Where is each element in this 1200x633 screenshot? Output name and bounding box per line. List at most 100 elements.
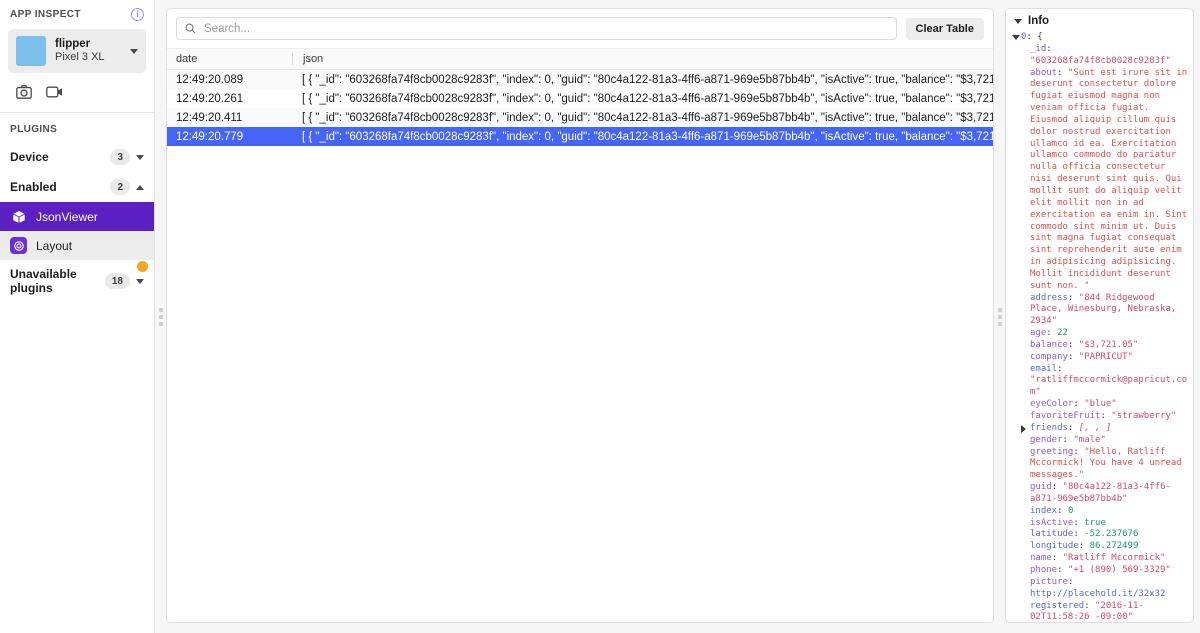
json-field-greeting[interactable]: greeting: "Hello, Ratliff Mccormick! You… bbox=[1012, 447, 1189, 483]
table-toolbar: Clear Table bbox=[167, 9, 993, 49]
json-field-balance[interactable]: balance: "$3,721.05" bbox=[1012, 340, 1189, 352]
table-row-selected[interactable]: 12:49:20.779 [ { "_id": "603268fa74f8cb0… bbox=[167, 127, 993, 146]
json-value: "male" bbox=[1073, 434, 1106, 445]
json-field-company[interactable]: company: "PAPRICUT" bbox=[1012, 352, 1189, 364]
cell-date: 12:49:20.779 bbox=[176, 130, 244, 143]
notification-dot-icon bbox=[137, 261, 148, 272]
json-field-age[interactable]: age: 22 bbox=[1012, 328, 1189, 340]
chevron-up-icon[interactable] bbox=[136, 184, 144, 190]
json-key: gender bbox=[1030, 434, 1063, 445]
json-key: longitude bbox=[1030, 541, 1079, 552]
json-field-eyeColor[interactable]: eyeColor: "blue" bbox=[1012, 399, 1189, 411]
plugin-group-device[interactable]: Device 3 bbox=[0, 142, 154, 172]
table-header: date json bbox=[167, 49, 993, 70]
cell-json: [ { "_id": "603268fa74f8cb0028c9283f", "… bbox=[302, 130, 993, 143]
chevron-down-icon[interactable] bbox=[130, 48, 138, 54]
json-field-longitude[interactable]: longitude: 86.272499 bbox=[1012, 541, 1189, 553]
json-field-isActive[interactable]: isActive: true bbox=[1012, 518, 1189, 530]
json-key: address bbox=[1030, 292, 1068, 303]
triangle-right-icon[interactable] bbox=[1021, 423, 1030, 435]
json-field-email[interactable]: email: "ratliffmccormick@papricut.com" bbox=[1012, 364, 1189, 400]
plugin-group-enabled[interactable]: Enabled 2 bbox=[0, 172, 154, 202]
sidebar-item-layout[interactable]: Layout bbox=[0, 231, 154, 260]
json-field-phone[interactable]: phone: "+1 (890) 569-3329" bbox=[1012, 565, 1189, 577]
json-field-index[interactable]: index: 0 bbox=[1012, 506, 1189, 518]
table-body: 12:49:20.089 [ { "_id": "603268fa74f8cb0… bbox=[167, 70, 993, 622]
record-button[interactable] bbox=[46, 85, 63, 99]
json-field-favoriteFruit[interactable]: favoriteFruit: "strawberry" bbox=[1012, 411, 1189, 423]
plugin-group-count: 18 bbox=[104, 273, 130, 289]
json-value: true bbox=[1084, 517, 1106, 528]
search-icon bbox=[185, 23, 196, 34]
json-value: "Sunt est irure sit in deserunt consecte… bbox=[1030, 67, 1193, 291]
json-value: -52.237676 bbox=[1084, 529, 1139, 540]
sidebar-resize-handle[interactable] bbox=[155, 0, 166, 633]
json-root-open: { bbox=[1037, 32, 1043, 42]
screenshot-button[interactable] bbox=[16, 85, 32, 99]
gear-icon bbox=[10, 237, 27, 254]
json-root-node[interactable]: 0: { bbox=[1012, 32, 1189, 44]
json-key: registered bbox=[1030, 600, 1085, 611]
json-field-latitude[interactable]: latitude: -52.237676 bbox=[1012, 529, 1189, 541]
json-field-name[interactable]: name: "Ratliff Mccormick" bbox=[1012, 553, 1189, 565]
device-meta: flipper Pixel 3 XL bbox=[55, 37, 121, 65]
plugin-group-label: Enabled bbox=[10, 180, 57, 194]
sidebar-section-title: APP INSPECT bbox=[10, 9, 81, 20]
json-field-registered[interactable]: registered: "2016-11-02T11:58:26 -09:00" bbox=[1012, 601, 1189, 623]
sidebar-item-label: Layout bbox=[36, 238, 73, 253]
info-panel-title: Info bbox=[1028, 15, 1050, 27]
sidebar-item-jsonviewer[interactable]: JsonViewer bbox=[0, 202, 154, 231]
json-key: email bbox=[1030, 363, 1058, 374]
json-key: friends bbox=[1030, 422, 1068, 433]
json-value: "Ratliff Mccormick" bbox=[1062, 553, 1166, 564]
json-key: favoriteFruit bbox=[1030, 411, 1101, 421]
cell-json: [ { "_id": "603268fa74f8cb0028c9283f", "… bbox=[302, 73, 993, 86]
search-box[interactable] bbox=[176, 17, 897, 40]
column-header-date[interactable]: date bbox=[167, 53, 292, 65]
info-panel: Info 0: { _id: "603268fa74f8cb0028c9283f… bbox=[1005, 0, 1200, 633]
triangle-down-icon[interactable] bbox=[1012, 32, 1021, 44]
json-field-about[interactable]: about: "Sunt est irure sit in deserunt c… bbox=[1012, 68, 1189, 293]
triangle-down-icon[interactable] bbox=[1014, 18, 1022, 24]
json-value: "blue" bbox=[1084, 399, 1117, 410]
clear-table-button[interactable]: Clear Table bbox=[905, 17, 984, 40]
json-field-friends[interactable]: friends: [, , ] bbox=[1012, 423, 1189, 435]
json-value: 86.272499 bbox=[1089, 541, 1139, 552]
json-key: balance bbox=[1030, 339, 1068, 350]
cell-json: [ { "_id": "603268fa74f8cb0028c9283f", "… bbox=[302, 111, 993, 124]
json-field-_id[interactable]: _id: "603268fa74f8cb0028c9283f" bbox=[1012, 44, 1189, 68]
info-panel-header[interactable]: Info bbox=[1006, 9, 1193, 32]
json-key: _id bbox=[1030, 43, 1047, 54]
device-model: Pixel 3 XL bbox=[55, 51, 105, 64]
plugins-section-label: PLUGINS bbox=[10, 124, 58, 135]
json-field-gender[interactable]: gender: "male" bbox=[1012, 435, 1189, 447]
json-field-address[interactable]: address: "844 Ridgewood Place, Winesburg… bbox=[1012, 293, 1189, 329]
json-key: isActive bbox=[1030, 517, 1074, 528]
json-field-guid[interactable]: guid: "80c4a122-81a3-4ff6-a871-969e5b87b… bbox=[1012, 482, 1189, 506]
plugin-group-unavailable[interactable]: Unavailable plugins 18 bbox=[0, 260, 154, 302]
json-value: "+1 (890) 569-3329" bbox=[1067, 564, 1171, 575]
info-card: Info 0: { _id: "603268fa74f8cb0028c9283f… bbox=[1005, 8, 1194, 623]
json-value: 22 bbox=[1057, 328, 1068, 339]
info-panel-resize-handle[interactable] bbox=[994, 0, 1005, 633]
json-value: 0 bbox=[1067, 505, 1074, 516]
column-header-json[interactable]: json bbox=[293, 53, 993, 65]
json-key: about bbox=[1030, 67, 1058, 78]
main-content: Clear Table date json 12:49:20.089 [ { "… bbox=[166, 0, 994, 633]
json-value: "ratliffmccormick@papricut.com" bbox=[1030, 375, 1188, 398]
chevron-down-icon[interactable] bbox=[136, 278, 144, 284]
json-field-picture[interactable]: picture: http://placehold.it/32x32 bbox=[1012, 577, 1189, 601]
table-row[interactable]: 12:49:20.411 [ { "_id": "603268fa74f8cb0… bbox=[167, 108, 993, 127]
json-tree: 0: { _id: "603268fa74f8cb0028c9283f" abo… bbox=[1006, 32, 1193, 622]
table-card: Clear Table date json 12:49:20.089 [ { "… bbox=[166, 8, 994, 623]
info-circle-icon[interactable]: i bbox=[131, 8, 144, 21]
chevron-down-icon[interactable] bbox=[136, 154, 144, 160]
device-name: flipper bbox=[55, 37, 91, 50]
search-input[interactable] bbox=[202, 21, 888, 36]
table-row[interactable]: 12:49:20.089 [ { "_id": "603268fa74f8cb0… bbox=[167, 70, 993, 89]
json-key: guid bbox=[1030, 482, 1052, 493]
grip-dots-icon bbox=[158, 307, 163, 326]
json-key: picture bbox=[1030, 576, 1068, 587]
device-selector[interactable]: flipper Pixel 3 XL bbox=[8, 29, 146, 73]
table-row[interactable]: 12:49:20.261 [ { "_id": "603268fa74f8cb0… bbox=[167, 89, 993, 108]
